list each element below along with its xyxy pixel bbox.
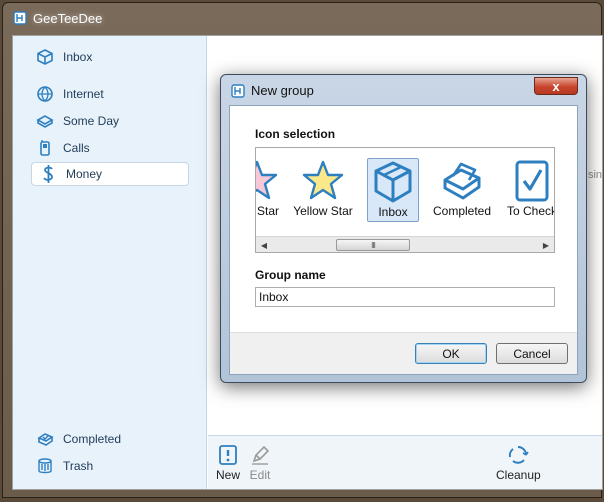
dialog-title: New group	[251, 83, 314, 98]
app-icon	[13, 11, 27, 25]
sidebar-item-label: Inbox	[63, 50, 93, 64]
dialog-body: Icon selection Star Yellow Star Inbox Co…	[229, 105, 578, 375]
tray-icon	[35, 111, 55, 131]
cancel-button[interactable]: Cancel	[496, 343, 568, 364]
dialog-footer: OK Cancel	[230, 332, 577, 374]
yellow-star-icon	[302, 160, 344, 200]
box-icon	[35, 47, 55, 67]
sidebar-item-label: Some Day	[63, 114, 120, 128]
globe-icon	[35, 84, 55, 104]
trash-icon	[35, 456, 55, 476]
icon-option-label: Star	[256, 204, 279, 218]
group-name-input[interactable]	[255, 287, 555, 307]
completed-icon	[35, 429, 55, 449]
sidebar-item-label: Completed	[63, 432, 122, 446]
sidebar-item-label: Internet	[63, 87, 104, 101]
new-button[interactable]: New	[216, 444, 240, 482]
group-name-label: Group name	[255, 268, 326, 282]
dollar-icon	[38, 164, 58, 184]
icon-option-to-check[interactable]: To Check	[501, 158, 555, 222]
scroll-right-icon[interactable]: ▶	[538, 237, 554, 252]
app-icon	[231, 83, 245, 98]
horizontal-scrollbar[interactable]: ◀ III ▶	[256, 236, 554, 252]
sidebar-item-label: Trash	[63, 459, 94, 473]
cleanup-button[interactable]: Cleanup	[496, 444, 541, 482]
icon-option-label: Completed	[432, 204, 492, 218]
icon-selection-label: Icon selection	[255, 127, 336, 141]
icon-option-completed[interactable]: Completed	[431, 158, 493, 222]
box-icon	[374, 161, 412, 203]
edit-label: Edit	[249, 468, 271, 482]
new-label: New	[216, 468, 241, 482]
window-title: GeeTeeDee	[33, 10, 103, 26]
sidebar-item-some-day[interactable]: Some Day	[29, 109, 189, 133]
cleanup-label: Cleanup	[496, 468, 541, 482]
close-icon: x	[552, 78, 560, 94]
sidebar-item-inbox[interactable]: Inbox	[29, 45, 189, 69]
sidebar: Inbox Internet Some Day Calls Money Comp…	[13, 36, 207, 489]
sidebar-item-label: Calls	[63, 141, 90, 155]
cleanup-icon	[509, 446, 530, 464]
icon-selection-list: Star Yellow Star Inbox Completed To Chec…	[255, 147, 555, 253]
titlebar[interactable]: GeeTeeDee	[3, 3, 601, 33]
completed-icon	[443, 162, 481, 200]
sidebar-item-money[interactable]: Money	[31, 162, 189, 186]
scroll-left-icon[interactable]: ◀	[256, 237, 272, 252]
icon-option-inbox[interactable]: Inbox	[367, 158, 419, 222]
scrollbar-thumb[interactable]: III	[336, 239, 410, 251]
edit-button[interactable]: Edit	[249, 444, 271, 482]
new-group-dialog: New group x Icon selection Star Yellow S…	[220, 74, 587, 383]
dialog-titlebar[interactable]: New group	[231, 83, 314, 98]
sidebar-item-trash[interactable]: Trash	[29, 454, 189, 478]
close-button[interactable]: x	[534, 77, 578, 95]
phone-icon	[35, 138, 55, 158]
sidebar-item-label: Money	[66, 167, 103, 181]
sidebar-item-internet[interactable]: Internet	[29, 82, 189, 106]
partial-content-text: sin	[587, 169, 602, 181]
icon-option-label: Inbox	[378, 205, 408, 219]
icon-option-yellow-star[interactable]: Yellow Star	[292, 158, 354, 222]
edit-icon	[252, 445, 270, 465]
sidebar-item-completed[interactable]: Completed	[29, 427, 189, 451]
new-icon	[219, 445, 237, 465]
bottom-toolbar: New Edit Cleanup	[208, 435, 602, 489]
icon-option-label: Yellow Star	[293, 204, 353, 218]
sidebar-item-calls[interactable]: Calls	[29, 136, 189, 160]
checkbox-icon	[515, 160, 549, 202]
pink-star-icon	[256, 160, 278, 200]
scrollbar-grip: III	[371, 240, 376, 250]
ok-button[interactable]: OK	[415, 343, 487, 364]
icon-option-label: To Check	[506, 204, 555, 218]
icon-option-star[interactable]: Star	[256, 158, 288, 222]
